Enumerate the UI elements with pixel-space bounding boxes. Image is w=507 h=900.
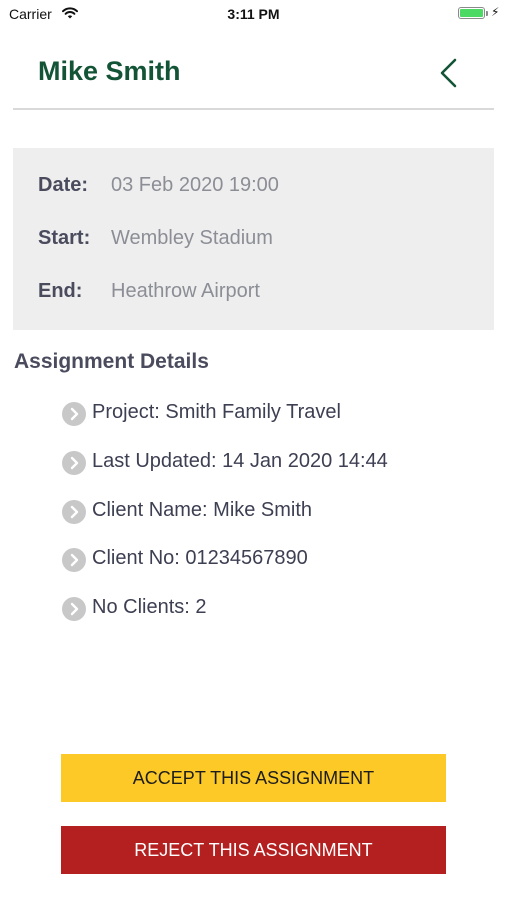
date-label: Date: bbox=[38, 174, 89, 196]
chevron-left-icon bbox=[440, 58, 457, 88]
detail-text: Client Name: Mike Smith bbox=[92, 499, 313, 521]
accept-assignment-button[interactable]: ACCEPT THIS ASSIGNMENT bbox=[61, 754, 446, 802]
detail-text: Project: Smith Family Travel bbox=[92, 401, 341, 423]
start-value: Wembley Stadium bbox=[111, 227, 273, 249]
chevron-right-circle-icon bbox=[62, 451, 86, 475]
end-label: End: bbox=[38, 280, 83, 302]
chevron-right-circle-icon bbox=[62, 597, 86, 621]
section-title: Assignment Details bbox=[14, 350, 209, 373]
header-divider bbox=[13, 108, 494, 110]
start-label: Start: bbox=[38, 227, 91, 249]
back-button[interactable] bbox=[434, 56, 466, 90]
chevron-right-circle-icon bbox=[62, 402, 86, 426]
page-title: Mike Smith bbox=[38, 56, 181, 86]
chevron-right-circle-icon bbox=[62, 500, 86, 524]
charging-icon: ⚡ bbox=[491, 5, 500, 19]
detail-text: No Clients: 2 bbox=[92, 596, 207, 618]
battery-level bbox=[460, 9, 483, 17]
clock-time: 3:11 PM bbox=[227, 6, 280, 22]
status-bar: Carrier 3:11 PM ⚡ bbox=[0, 0, 507, 28]
end-value: Heathrow Airport bbox=[111, 280, 260, 302]
chevron-right-circle-icon bbox=[62, 548, 86, 572]
detail-text: Last Updated: 14 Jan 2020 14:44 bbox=[92, 450, 388, 472]
detail-text: Client No: 01234567890 bbox=[92, 547, 308, 569]
battery-cap bbox=[486, 11, 488, 16]
date-value: 03 Feb 2020 19:00 bbox=[111, 174, 279, 196]
battery-icon bbox=[458, 7, 485, 19]
trip-summary-card: Date: 03 Feb 2020 19:00 Start: Wembley S… bbox=[13, 148, 494, 330]
reject-assignment-button[interactable]: REJECT THIS ASSIGNMENT bbox=[61, 826, 446, 874]
